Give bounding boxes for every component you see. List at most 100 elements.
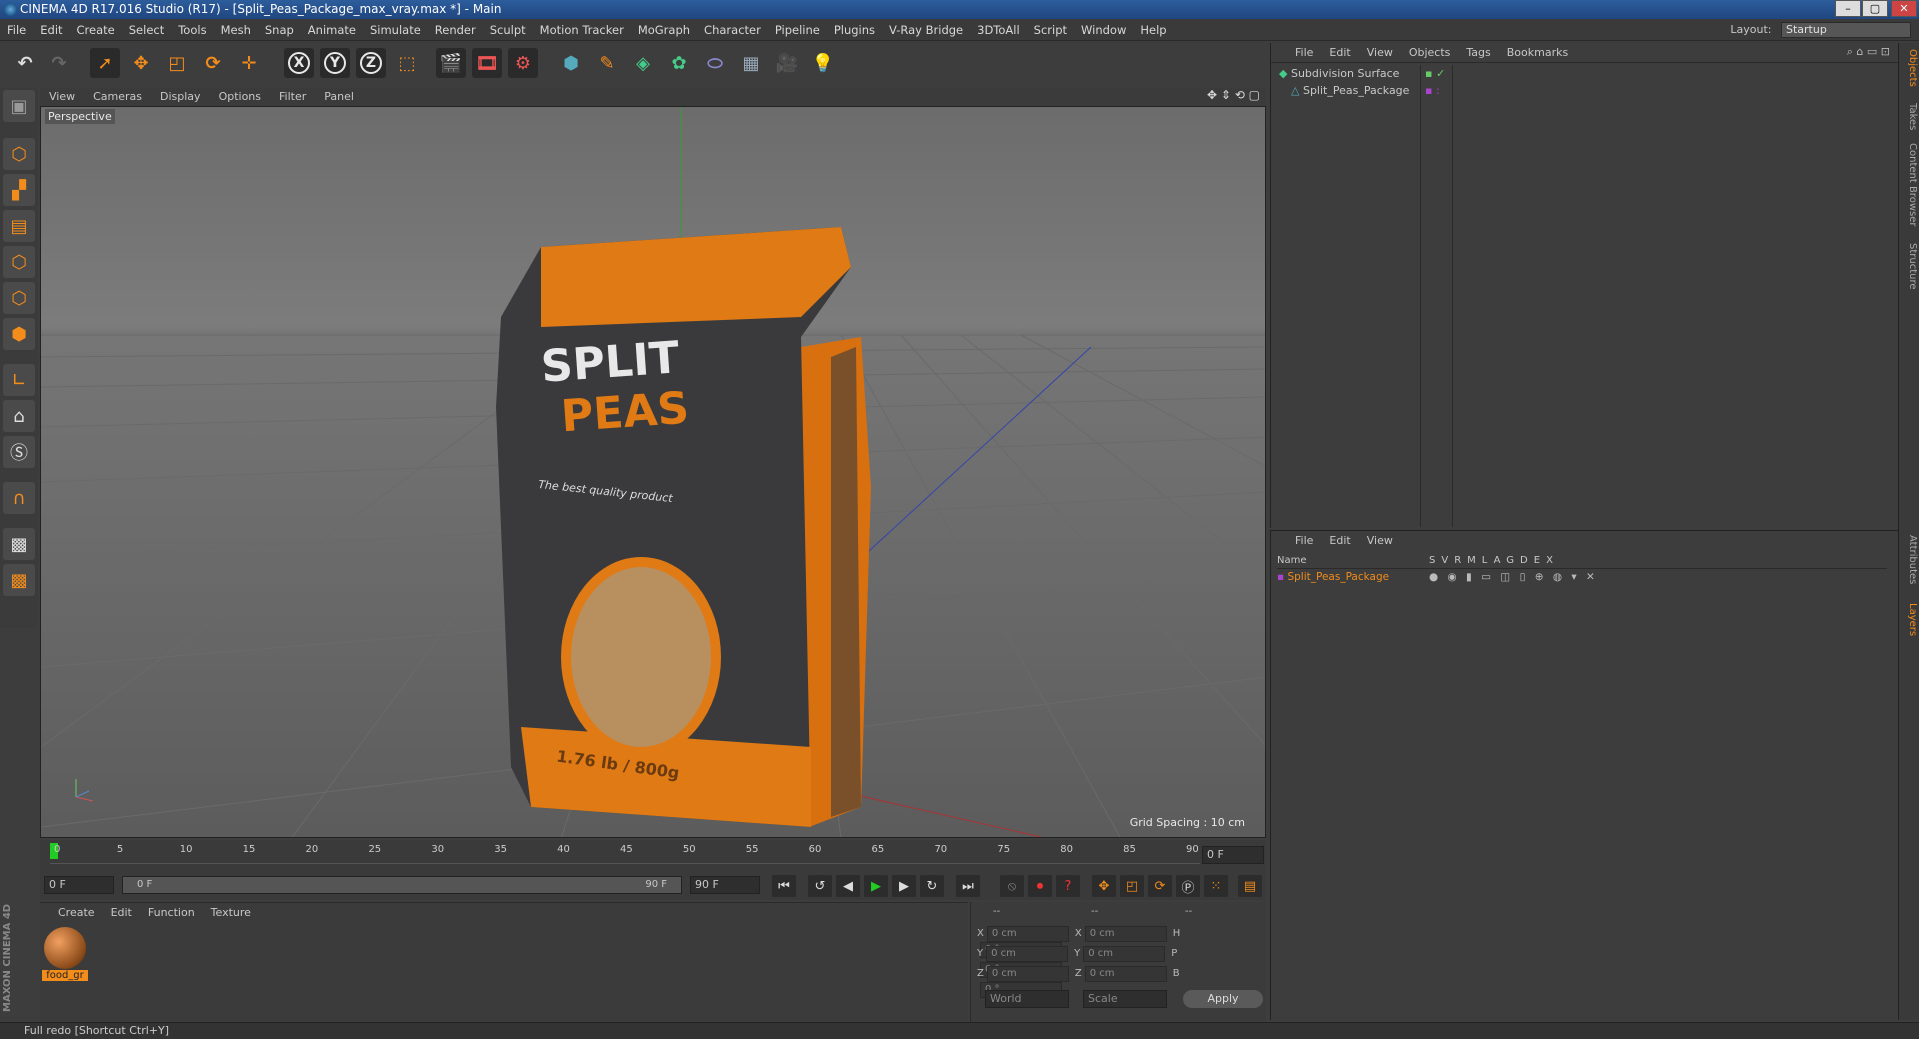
go-to-start-icon[interactable]: ⏮	[772, 875, 796, 897]
record-keyframe-icon[interactable]: ⦸	[1000, 875, 1024, 897]
edges-mode-icon[interactable]: ⬡	[3, 282, 35, 314]
material-menu-edit[interactable]: Edit	[103, 903, 140, 923]
menu-render[interactable]: Render	[428, 19, 483, 41]
menu-select[interactable]: Select	[122, 19, 171, 41]
axis-y-button[interactable]: Y	[320, 48, 350, 78]
material-swatch[interactable]: food_gr	[42, 927, 88, 987]
scale-tool-icon[interactable]: ◰	[162, 48, 192, 78]
menu-sculpt[interactable]: Sculpt	[483, 19, 533, 41]
play-forward-icon[interactable]: ▶	[864, 875, 888, 897]
menu-pipeline[interactable]: Pipeline	[768, 19, 827, 41]
previous-key-icon[interactable]: ↺	[808, 875, 832, 897]
subdivision-icon[interactable]: ◈	[628, 48, 658, 78]
menu-window[interactable]: Window	[1074, 19, 1133, 41]
viewport-menu-view[interactable]: View	[40, 88, 84, 106]
workplane-icon[interactable]: ▤	[3, 210, 35, 242]
layer-menu-view[interactable]: View	[1359, 531, 1401, 551]
menu-mograph[interactable]: MoGraph	[631, 19, 697, 41]
object-menu-file[interactable]: File	[1287, 43, 1321, 63]
menu-snap[interactable]: Snap	[258, 19, 301, 41]
end-frame-field[interactable]: 90 F	[690, 876, 760, 894]
next-key-icon[interactable]: ↻	[920, 875, 944, 897]
viewport-nav-icons[interactable]: ✥ ⇕ ⟲ ▢	[1207, 88, 1260, 102]
select-tool-icon[interactable]: ➚	[90, 48, 120, 78]
layer-menu-edit[interactable]: Edit	[1321, 531, 1358, 551]
world-dropdown[interactable]: World	[985, 990, 1069, 1008]
object-menu-objects[interactable]: Objects	[1401, 43, 1459, 63]
layout-dropdown[interactable]: Startup	[1781, 22, 1911, 38]
apply-button[interactable]: Apply	[1183, 990, 1263, 1008]
timeline-ruler[interactable]: 0 5 10 15 20 25 30 35 40 45 50 55 60 65 70 75 80 85 90 0 F	[40, 840, 1266, 870]
frame-range-slider[interactable]: 0 F 90 F	[122, 876, 682, 894]
layer-menu-file[interactable]: File	[1287, 531, 1321, 551]
menu-character[interactable]: Character	[697, 19, 768, 41]
current-frame-field[interactable]: 0 F	[1202, 846, 1264, 864]
coordinate-system-icon[interactable]: ⬚	[392, 48, 422, 78]
material-menu-create[interactable]: Create	[50, 903, 103, 923]
material-menu-texture[interactable]: Texture	[203, 903, 259, 923]
tab-objects[interactable]: Objects	[1901, 49, 1918, 87]
move-tool-icon[interactable]: ✥	[126, 48, 156, 78]
menu-create[interactable]: Create	[70, 19, 122, 41]
make-editable-icon[interactable]: ▣	[3, 90, 35, 122]
model-mode-icon[interactable]: ⬡	[3, 138, 35, 170]
layer-toggle-icons[interactable]: ● ◉ ▮ ▭ ◫ ▯ ⊕ ◍ ▾ ✕	[1429, 571, 1598, 583]
object-row-package[interactable]: △ Split_Peas_Package	[1271, 82, 1420, 99]
render-settings-icon[interactable]: ⚙	[508, 48, 538, 78]
next-frame-icon[interactable]: ▶	[892, 875, 916, 897]
key-rotation-icon[interactable]: ⟳	[1148, 875, 1172, 897]
key-scale-icon[interactable]: ◰	[1120, 875, 1144, 897]
menu-motion-tracker[interactable]: Motion Tracker	[533, 19, 631, 41]
spline-pen-icon[interactable]: ✎	[592, 48, 622, 78]
camera-icon[interactable]: 🎥	[772, 48, 802, 78]
planar-workplane-icon[interactable]: ▩	[3, 564, 35, 596]
deformer-icon[interactable]: ⬭	[700, 48, 730, 78]
render-picture-viewer-icon[interactable]: 🎞	[472, 48, 502, 78]
key-pla-icon[interactable]: ⁙	[1204, 875, 1228, 897]
menu-animate[interactable]: Animate	[301, 19, 363, 41]
menu-help[interactable]: Help	[1133, 19, 1173, 41]
floor-icon[interactable]: ▦	[736, 48, 766, 78]
timeline-window-icon[interactable]: ▤	[1238, 875, 1262, 897]
split-peas-package-model[interactable]	[496, 227, 871, 827]
menu-simulate[interactable]: Simulate	[363, 19, 428, 41]
tweak-mode-icon[interactable]: ⌂	[3, 400, 35, 432]
object-manager-search-icon[interactable]: ⌕ ⌂ ▭ ⊡	[1847, 45, 1890, 59]
menu-mesh[interactable]: Mesh	[214, 19, 258, 41]
live-selection-icon[interactable]: ✛	[234, 48, 264, 78]
texture-mode-icon[interactable]: ▞	[3, 174, 35, 206]
object-menu-bookmarks[interactable]: Bookmarks	[1499, 43, 1576, 63]
key-position-icon[interactable]: ✥	[1092, 875, 1116, 897]
layer-row[interactable]: ▪ Split_Peas_Package ● ◉ ▮ ▭ ◫ ▯ ⊕ ◍ ▾ ✕	[1277, 571, 1887, 585]
go-to-end-icon[interactable]: ⏭	[956, 875, 980, 897]
autokey-icon[interactable]: ⏺	[1028, 875, 1052, 897]
tab-structure[interactable]: Structure	[1901, 243, 1918, 290]
viewport-menu-panel[interactable]: Panel	[315, 88, 363, 106]
menu-3dtoall[interactable]: 3DToAll	[970, 19, 1027, 41]
maximize-button[interactable]: ▢	[1862, 0, 1888, 17]
render-view-icon[interactable]: 🎬	[436, 48, 466, 78]
tab-attributes[interactable]: Attributes	[1901, 535, 1918, 584]
object-menu-tags[interactable]: Tags	[1458, 43, 1498, 63]
object-menu-edit[interactable]: Edit	[1321, 43, 1358, 63]
menu-edit[interactable]: Edit	[33, 19, 69, 41]
menu-script[interactable]: Script	[1027, 19, 1074, 41]
tab-content-browser[interactable]: Content Browser	[1901, 143, 1918, 226]
previous-frame-icon[interactable]: ◀	[836, 875, 860, 897]
position-z-field[interactable]: 0 cm	[986, 966, 1069, 982]
tab-layers[interactable]: Layers	[1901, 603, 1918, 636]
points-mode-icon[interactable]: ⬡	[3, 246, 35, 278]
lock-workplane-icon[interactable]: ▩	[3, 528, 35, 560]
material-menu-function[interactable]: Function	[140, 903, 203, 923]
keyframe-selection-icon[interactable]: ?	[1056, 875, 1080, 897]
viewport-menu-filter[interactable]: Filter	[270, 88, 315, 106]
3d-viewport[interactable]: SPLIT PEAS The best quality product 1.76…	[40, 106, 1266, 838]
size-y-field[interactable]: 0 cm	[1083, 946, 1166, 962]
object-row-subdivision[interactable]: ◆ Subdivision Surface	[1271, 65, 1420, 82]
viewport-menu-cameras[interactable]: Cameras	[84, 88, 151, 106]
menu-vray-bridge[interactable]: V-Ray Bridge	[882, 19, 970, 41]
viewport-menu-options[interactable]: Options	[210, 88, 270, 106]
scale-dropdown[interactable]: Scale	[1083, 990, 1167, 1008]
object-menu-view[interactable]: View	[1359, 43, 1401, 63]
menu-tools[interactable]: Tools	[171, 19, 213, 41]
